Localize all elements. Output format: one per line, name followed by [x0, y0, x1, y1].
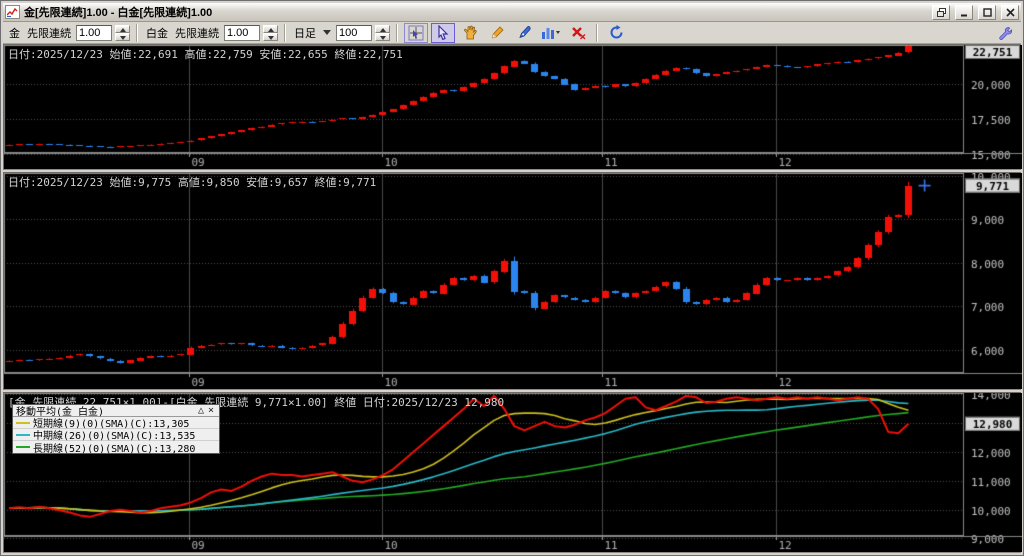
maximize-button[interactable]: [978, 4, 996, 20]
chart-type-tool-button[interactable]: [539, 22, 563, 43]
bar-count-spinner[interactable]: [375, 24, 390, 41]
spin-up-icon[interactable]: [115, 24, 130, 33]
hand-icon: [463, 25, 477, 40]
spin-down-icon[interactable]: [375, 32, 390, 41]
bar-chart-icon: [542, 28, 560, 39]
toolbar: 金 先限連続 白金 先限連続 日足: [3, 22, 1021, 44]
pencil-draw-tool-button[interactable]: [485, 22, 509, 43]
pen-draw-tool-button[interactable]: [512, 22, 536, 43]
symbol2-series-label: 先限連続: [175, 27, 219, 40]
legend-row-text: 長期線(52)(0)(SMA)(C):13,280: [33, 443, 196, 455]
platinum-ohlc-info: 日付:2025/12/23 始値:9,775 高値:9,850 安値:9,657…: [8, 176, 377, 189]
symbol2-name-label: 白金: [146, 27, 168, 40]
moving-average-legend: 移動平均(金 白金) △ × 短期線(9)(0)(SMA)(C):13,305 中…: [12, 404, 220, 455]
spin-up-icon[interactable]: [263, 24, 278, 33]
window-title: 金[先限連続]1.00 - 白金[先限連続]1.00: [24, 7, 213, 19]
toolbar-separator: [396, 23, 398, 42]
gold-ohlc-info: 日付:2025/12/23 始値:22,691 高値:22,759 安値:22,…: [8, 48, 403, 61]
select-cursor-tool-button[interactable]: [431, 22, 455, 43]
bar-count-input[interactable]: [336, 24, 372, 41]
app-chart-icon: [5, 5, 20, 19]
period-dropdown[interactable]: 日足: [292, 25, 318, 41]
minimize-button[interactable]: [955, 4, 973, 20]
symbol2-multiplier-input[interactable]: [224, 24, 260, 41]
platinum-chart-pane: 日付:2025/12/23 始値:9,775 高値:9,850 安値:9,657…: [3, 172, 1022, 390]
titlebar: 金[先限連続]1.00 - 白金[先限連続]1.00: [3, 3, 1021, 22]
toolbar-separator: [596, 23, 598, 42]
app-window: 金[先限連続]1.00 - 白金[先限連続]1.00 金 先限連続 白金 先限連…: [0, 0, 1024, 556]
pan-hand-tool-button[interactable]: [458, 22, 482, 43]
spin-up-icon[interactable]: [375, 24, 390, 33]
spread-chart-pane: [金 先限連続 22,751×1.00]-[白金 先限連続 9,771×1.00…: [3, 392, 1022, 553]
symbol1-multiplier-input[interactable]: [76, 24, 112, 41]
gold-chart-pane: 日付:2025/12/23 始値:22,691 高値:22,759 安値:22,…: [3, 44, 1022, 170]
close-button[interactable]: [1001, 4, 1019, 20]
cursor-arrow-icon: [438, 25, 449, 40]
chevron-down-icon[interactable]: [323, 30, 331, 35]
wrench-icon: [999, 26, 1012, 40]
legend-collapse-button[interactable]: △: [196, 405, 206, 416]
float-window-button[interactable]: [932, 4, 950, 20]
toolbar-separator: [136, 23, 138, 42]
pen-nib-icon: [518, 26, 531, 39]
legend-row: 長期線(52)(0)(SMA)(C):13,280: [13, 441, 219, 455]
symbol1-multiplier-spinner[interactable]: [115, 24, 130, 41]
spin-down-icon[interactable]: [263, 32, 278, 41]
chart-crosshair-tool-button[interactable]: [404, 22, 428, 43]
chart-crosshair-icon: [408, 25, 424, 40]
settings-wrench-button[interactable]: [993, 22, 1017, 43]
platinum-candlestick-chart[interactable]: [4, 173, 1022, 389]
toolbar-separator: [284, 23, 286, 42]
symbol2-multiplier-spinner[interactable]: [263, 24, 278, 41]
legend-line-swatch: [16, 433, 30, 436]
legend-close-button[interactable]: ×: [206, 405, 216, 416]
legend-line-swatch: [16, 446, 30, 448]
delete-x-icon: [571, 27, 585, 40]
refresh-icon: [610, 25, 622, 39]
spin-down-icon[interactable]: [115, 32, 130, 41]
refresh-tool-button[interactable]: [604, 22, 628, 43]
chart-panels: 日付:2025/12/23 始値:22,691 高値:22,759 安値:22,…: [3, 44, 1022, 553]
pencil-icon: [491, 26, 504, 39]
symbol1-series-label: 先限連続: [27, 27, 71, 40]
symbol1-name-label: 金: [9, 27, 20, 40]
gold-candlestick-chart[interactable]: [4, 45, 1022, 169]
delete-drawings-tool-button[interactable]: [566, 22, 590, 43]
legend-line-swatch: [16, 421, 30, 424]
